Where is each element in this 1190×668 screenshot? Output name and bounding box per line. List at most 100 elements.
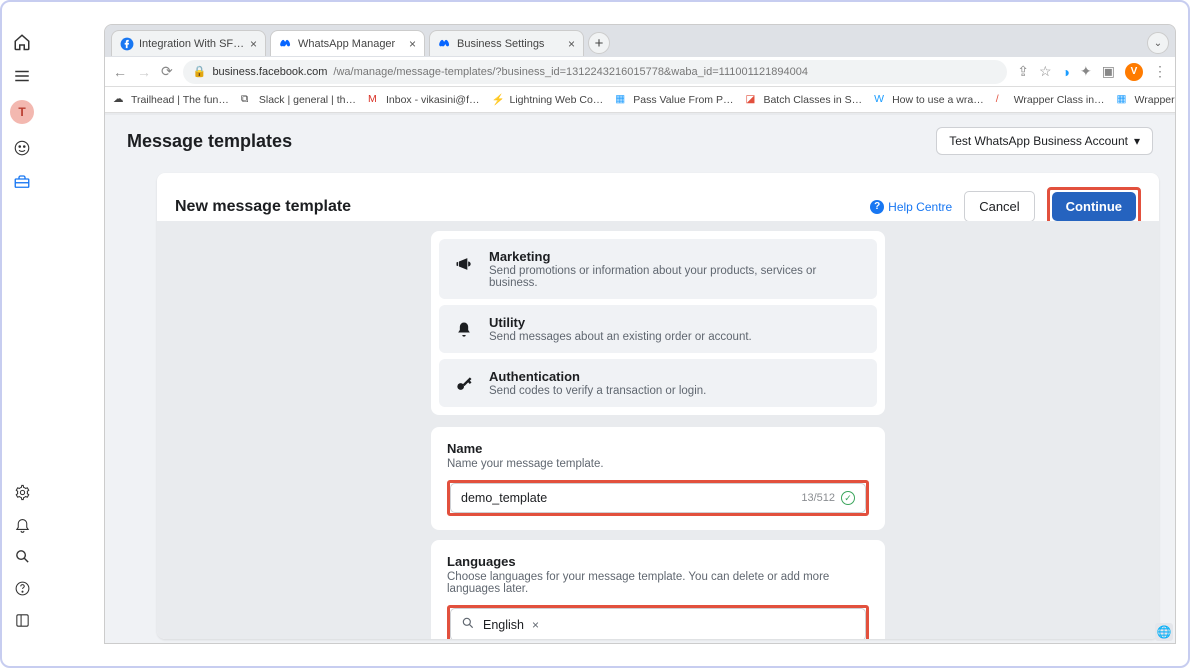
bookmark-item[interactable]: WHow to use a wra… [874, 93, 984, 107]
template-card: New message template ? Help Centre Cance… [157, 173, 1159, 639]
generic-bookmark-icon: ⚡ [492, 93, 506, 107]
toolbar-right: ⇪ ☆ ◑ ✦ ▣ V ⋮ [1017, 63, 1167, 81]
languages-sublabel: Choose languages for your message templa… [447, 571, 869, 595]
category-utility[interactable]: UtilitySend messages about an existing o… [439, 305, 877, 353]
language-input[interactable]: English × [450, 608, 866, 639]
bookmark-item[interactable]: ▦Pass Value From P… [615, 93, 733, 107]
page-title: Message templates [127, 131, 292, 152]
browser-tab-0[interactable]: Integration With SF - WhatsAp… × [111, 30, 266, 56]
category-authentication[interactable]: AuthenticationSend codes to verify a tra… [439, 359, 877, 407]
face-icon[interactable] [12, 138, 32, 158]
name-section: Name Name your message template. demo_te… [431, 427, 885, 530]
category-title: Utility [489, 315, 752, 330]
category-group: MarketingSend promotions or information … [431, 231, 885, 415]
bookmark-item[interactable]: /Wrapper Class in… [996, 93, 1105, 107]
page-header: Message templates Test WhatsApp Business… [105, 115, 1175, 167]
form-column: MarketingSend promotions or information … [431, 231, 885, 639]
continue-button[interactable]: Continue [1052, 192, 1136, 221]
help-icon: ? [870, 200, 884, 214]
back-icon[interactable]: ← [113, 64, 127, 80]
tenant-avatar[interactable]: T [10, 100, 34, 124]
cancel-button[interactable]: Cancel [964, 191, 1034, 222]
key-icon [451, 371, 477, 397]
highlight-name-input: demo_template 13/512 ✓ [447, 480, 869, 516]
reload-icon[interactable]: ⟳ [161, 63, 173, 80]
search-icon [461, 616, 475, 633]
category-desc: Send messages about an existing order or… [489, 331, 752, 343]
facebook-favicon-icon [120, 37, 134, 51]
check-icon: ✓ [841, 491, 855, 505]
url-path: /wa/manage/message-templates/?business_i… [333, 66, 808, 78]
tab-label: Business Settings [457, 38, 563, 50]
settings-icon[interactable] [12, 482, 32, 502]
bookmark-item[interactable]: MInbox - vikasini@f… [368, 93, 480, 107]
languages-label: Languages [447, 554, 869, 569]
bookmark-item[interactable]: ◪Batch Classes in S… [745, 93, 862, 107]
template-name-input[interactable]: demo_template 13/512 ✓ [450, 483, 866, 513]
category-desc: Send codes to verify a transaction or lo… [489, 385, 706, 397]
name-sublabel: Name your message template. [447, 458, 869, 470]
tab-label: Integration With SF - WhatsAp… [139, 38, 245, 50]
language-chip-label: English [483, 618, 524, 632]
new-tab-button[interactable]: + [588, 32, 610, 54]
chevron-down-icon[interactable]: ⌄ [1147, 32, 1169, 54]
globe-icon[interactable]: 🌐 [1155, 623, 1173, 641]
lock-icon: 🔒 [193, 65, 207, 78]
extensions-icon[interactable]: ✦ [1080, 63, 1092, 80]
kebab-icon[interactable]: ⋮ [1153, 63, 1167, 80]
panel-icon[interactable]: ▣ [1102, 63, 1115, 80]
share-icon[interactable]: ⇪ [1017, 63, 1029, 80]
bookmark-item[interactable]: ⧉Slack | general | th… [241, 93, 356, 107]
generic-bookmark-icon: ▦ [1117, 93, 1131, 107]
category-title: Authentication [489, 369, 706, 384]
app-left-sidebar: T [2, 24, 42, 644]
bookmark-item[interactable]: ⚡Lightning Web Co… [492, 93, 604, 107]
name-label: Name [447, 441, 869, 456]
card-body: MarketingSend promotions or information … [157, 221, 1159, 639]
search-icon[interactable] [12, 546, 32, 566]
slack-icon: ⧉ [241, 93, 255, 107]
bookmark-item[interactable]: ☁Trailhead | The fun… [113, 93, 229, 107]
bookmark-item[interactable]: ▦Wrapper Class in… [1117, 93, 1175, 107]
close-icon[interactable]: × [568, 37, 575, 51]
help-icon[interactable] [12, 578, 32, 598]
page-content: Message templates Test WhatsApp Business… [105, 115, 1175, 643]
browser-tab-2[interactable]: Business Settings × [429, 30, 584, 56]
bookmarks-bar: ☁Trailhead | The fun… ⧉Slack | general |… [105, 87, 1175, 113]
card-title: New message template [175, 198, 351, 216]
chevron-down-icon: ▾ [1134, 134, 1140, 148]
megaphone-icon [451, 251, 477, 277]
collapse-icon[interactable] [12, 610, 32, 630]
address-bar-row: ← → ⟳ 🔒 business.facebook.com/wa/manage/… [105, 57, 1175, 87]
close-icon[interactable]: × [409, 37, 416, 51]
account-selector[interactable]: Test WhatsApp Business Account ▾ [936, 127, 1153, 155]
meta-favicon-icon [438, 37, 452, 51]
category-marketing[interactable]: MarketingSend promotions or information … [439, 239, 877, 299]
languages-section: Languages Choose languages for your mess… [431, 540, 885, 639]
toolbox-icon[interactable] [12, 172, 32, 192]
shield-icon[interactable]: ◑ [1062, 64, 1070, 80]
forward-icon[interactable]: → [137, 64, 151, 80]
tab-label: WhatsApp Manager [298, 38, 404, 50]
bell-icon [451, 317, 477, 343]
category-title: Marketing [489, 249, 865, 264]
home-icon[interactable] [12, 32, 32, 52]
highlight-language-input: English × [447, 605, 869, 639]
trailhead-icon: ☁ [113, 93, 127, 107]
star-icon[interactable]: ☆ [1039, 63, 1052, 80]
close-icon[interactable]: × [250, 37, 257, 51]
gmail-icon: M [368, 93, 382, 107]
name-input-value: demo_template [461, 491, 801, 505]
generic-bookmark-icon: / [996, 93, 1010, 107]
notification-icon[interactable] [12, 514, 32, 534]
browser-tab-1[interactable]: WhatsApp Manager × [270, 30, 425, 56]
menu-icon[interactable] [12, 66, 32, 86]
meta-favicon-icon [279, 37, 293, 51]
generic-bookmark-icon: ▦ [615, 93, 629, 107]
category-desc: Send promotions or information about you… [489, 265, 865, 289]
profile-avatar[interactable]: V [1125, 63, 1143, 81]
remove-language-icon[interactable]: × [532, 618, 539, 632]
generic-bookmark-icon: W [874, 93, 888, 107]
url-bar[interactable]: 🔒 business.facebook.com/wa/manage/messag… [183, 60, 1008, 84]
help-centre-link[interactable]: ? Help Centre [870, 200, 952, 214]
